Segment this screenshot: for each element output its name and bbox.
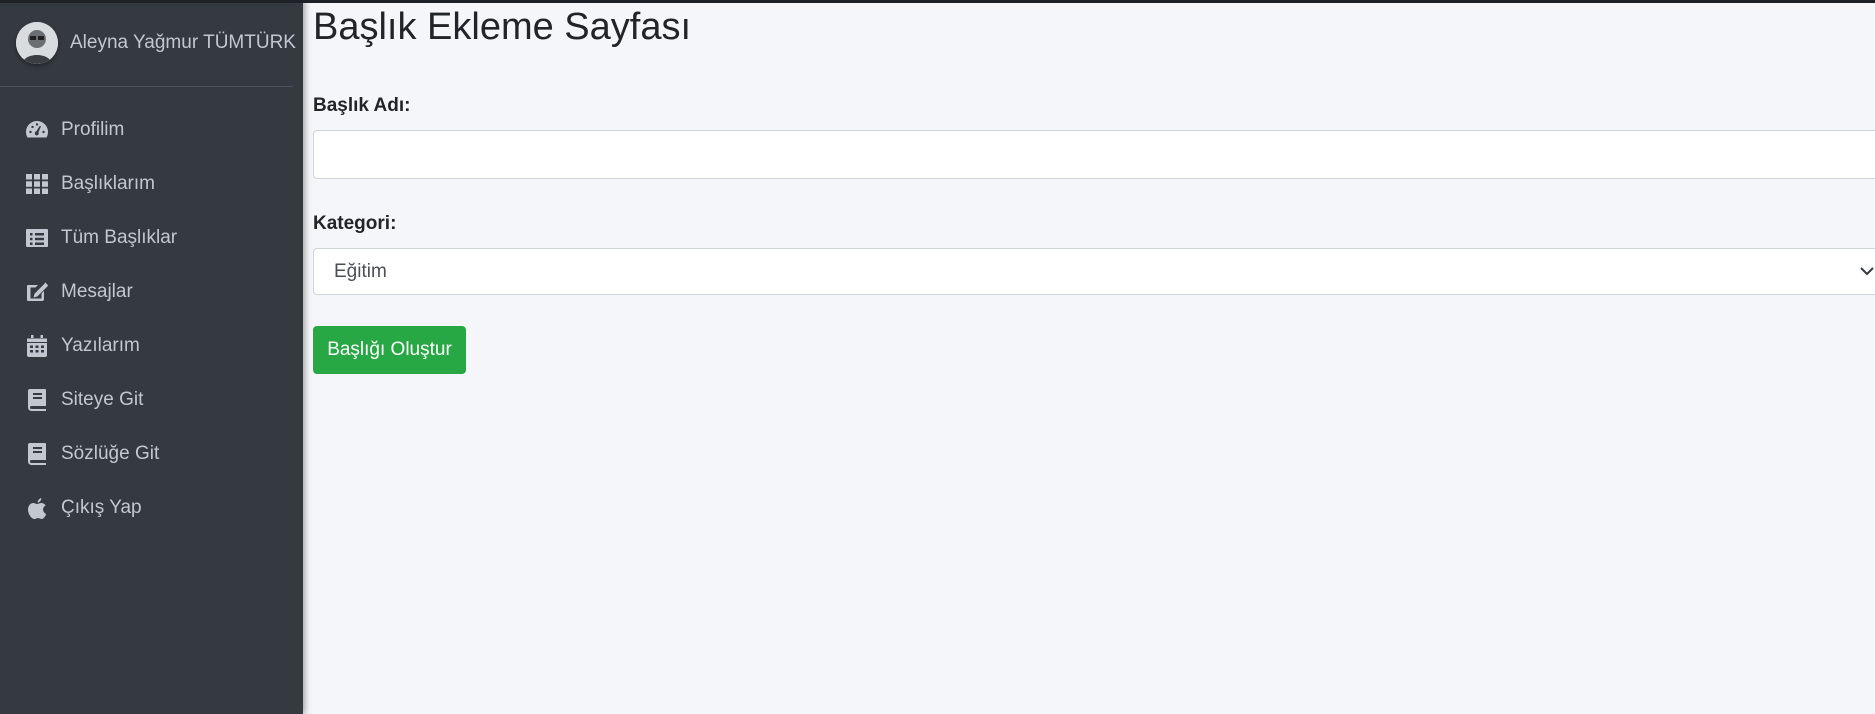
user-panel[interactable]: Aleyna Yağmur TÜMTÜRK bbox=[0, 0, 296, 87]
list-icon bbox=[25, 226, 61, 250]
title-input[interactable] bbox=[313, 130, 1875, 179]
page-title: Başlık Ekleme Sayfası bbox=[313, 6, 692, 48]
sidebar-item-basliklarim[interactable]: Başlıklarım bbox=[0, 157, 303, 211]
chevron-down-icon bbox=[1860, 267, 1874, 276]
sidebar: Aleyna Yağmur TÜMTÜRK Profilim Başlıklar… bbox=[0, 0, 303, 714]
category-label: Kategori: bbox=[313, 213, 397, 234]
sidebar-item-yazilarim[interactable]: Yazılarım bbox=[0, 319, 303, 373]
sidebar-item-label: Yazılarım bbox=[61, 335, 140, 356]
main-content: Başlık Ekleme Sayfası Başlık Adı: Katego… bbox=[303, 0, 1875, 714]
top-border bbox=[0, 0, 1875, 3]
category-selected-value: Eğitim bbox=[334, 260, 387, 282]
grid-icon bbox=[25, 172, 61, 196]
title-label: Başlık Adı: bbox=[313, 95, 411, 116]
edit-icon bbox=[25, 280, 61, 304]
avatar[interactable] bbox=[16, 22, 58, 64]
sidebar-item-siteye-git[interactable]: Siteye Git bbox=[0, 373, 303, 427]
sidebar-item-mesajlar[interactable]: Mesajlar bbox=[0, 265, 303, 319]
sidebar-item-label: Mesajlar bbox=[61, 281, 133, 302]
sidebar-item-tum-basliklar[interactable]: Tüm Başlıklar bbox=[0, 211, 303, 265]
sidebar-item-profilim[interactable]: Profilim bbox=[0, 103, 303, 157]
book-icon bbox=[25, 388, 61, 412]
sidebar-item-label: Başlıklarım bbox=[61, 173, 155, 194]
apple-icon bbox=[25, 496, 61, 520]
sidebar-item-label: Çıkış Yap bbox=[61, 497, 142, 518]
sidebar-item-label: Sözlüğe Git bbox=[61, 443, 160, 464]
dashboard-icon bbox=[25, 118, 61, 142]
create-title-button[interactable]: Başlığı Oluştur bbox=[313, 326, 466, 374]
category-select[interactable]: Eğitim bbox=[313, 248, 1875, 295]
sidebar-item-label: Tüm Başlıklar bbox=[61, 227, 178, 248]
sidebar-item-sozluge-git[interactable]: Sözlüğe Git bbox=[0, 427, 303, 481]
sidebar-nav: Profilim Başlıklarım Tüm Başlıklar Mesaj… bbox=[0, 103, 303, 535]
sidebar-item-label: Profilim bbox=[61, 119, 125, 140]
book-icon bbox=[25, 442, 61, 466]
sidebar-item-cikis-yap[interactable]: Çıkış Yap bbox=[0, 481, 303, 535]
calendar-icon bbox=[25, 334, 61, 358]
user-name[interactable]: Aleyna Yağmur TÜMTÜRK bbox=[70, 32, 296, 54]
sidebar-item-label: Siteye Git bbox=[61, 389, 144, 410]
